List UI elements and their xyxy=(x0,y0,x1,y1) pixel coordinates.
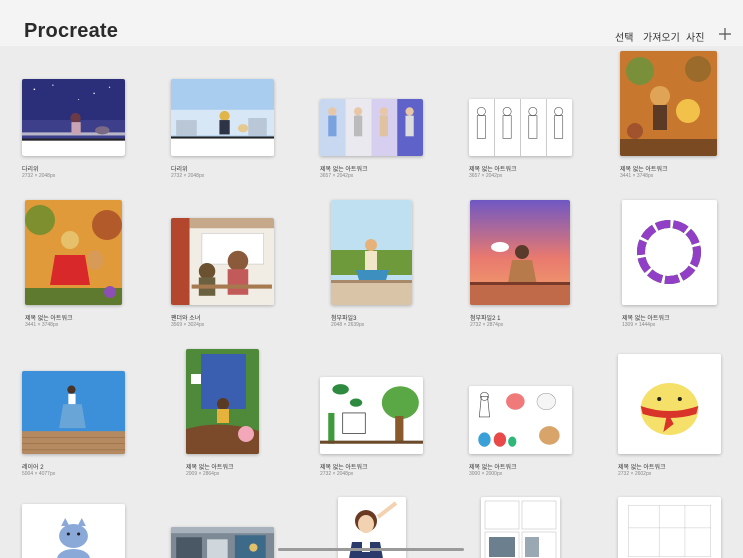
artwork-dimensions: 2048 × 2639px xyxy=(331,322,365,328)
artwork-thumbnail[interactable] xyxy=(22,79,125,156)
artwork-title: 제목 없는 아트워크 xyxy=(618,465,666,471)
artwork-title: 다리위 xyxy=(171,167,188,173)
artwork-thumbnail[interactable] xyxy=(22,371,125,454)
artwork-thumbnail[interactable] xyxy=(22,504,125,558)
artwork-dimensions: 3657 × 2042px xyxy=(469,173,503,179)
artwork-title: 첨부파일2 1 xyxy=(470,316,501,322)
artwork-thumbnail[interactable] xyxy=(470,200,570,305)
artwork-title: 제목 없는 아트워크 xyxy=(186,465,234,471)
artwork-thumbnail[interactable] xyxy=(481,497,560,558)
import-button[interactable]: 가져오기 xyxy=(643,29,680,44)
artwork-dimensions: 2009 × 2864px xyxy=(186,471,220,477)
artwork-title: 레이어 2 xyxy=(22,465,44,471)
artwork-dimensions: 1309 × 1444px xyxy=(622,322,656,328)
photo-button[interactable]: 사진 xyxy=(686,29,704,44)
home-indicator xyxy=(278,548,464,551)
artwork-thumbnail[interactable] xyxy=(171,527,274,558)
artwork-thumbnail[interactable] xyxy=(622,200,717,305)
artwork-thumbnail[interactable] xyxy=(620,51,717,156)
artwork-dimensions: 2732 × 2048px xyxy=(171,173,205,179)
artwork-thumbnail[interactable] xyxy=(320,99,423,156)
artwork-dimensions: 2732 × 2602px xyxy=(618,471,652,477)
plus-icon[interactable] xyxy=(719,26,731,43)
artwork-title: 제목 없는 아트워크 xyxy=(320,167,368,173)
artwork-dimensions: 3000 × 2000px xyxy=(469,471,503,477)
app-title: Procreate xyxy=(24,20,119,42)
artwork-dimensions: 2732 × 2048px xyxy=(22,173,56,179)
artwork-title: 제목 없는 아트워크 xyxy=(469,167,517,173)
artwork-thumbnail[interactable] xyxy=(618,354,721,454)
artwork-thumbnail[interactable] xyxy=(171,79,274,156)
artwork-dimensions: 2732 × 2874px xyxy=(470,322,504,328)
artwork-thumbnail[interactable] xyxy=(469,99,572,156)
artwork-title: 다리위 xyxy=(22,167,39,173)
artwork-dimensions: 3441 × 3748px xyxy=(620,173,654,179)
top-bar: Procreate 선택 가져오기 사진 xyxy=(0,0,743,46)
artwork-dimensions: 5004 × 4077px xyxy=(22,471,56,477)
artwork-thumbnail[interactable] xyxy=(186,349,259,454)
artwork-title: 제목 없는 아트워크 xyxy=(25,316,73,322)
artwork-dimensions: 3441 × 3748px xyxy=(25,322,59,328)
artwork-thumbnail[interactable] xyxy=(618,497,721,558)
artwork-thumbnail[interactable] xyxy=(320,377,423,454)
artwork-title: 제목 없는 아트워크 xyxy=(620,167,668,173)
artwork-gallery: 다리위 2732 × 2048px 다리위 2732 × 2048px 제목 없… xyxy=(0,46,743,558)
artwork-thumbnail[interactable] xyxy=(171,218,274,305)
artwork-title: 제목 없는 아트워크 xyxy=(622,316,670,322)
artwork-thumbnail[interactable] xyxy=(25,200,122,305)
artwork-title: 제목 없는 아트워크 xyxy=(469,465,517,471)
artwork-dimensions: 3569 × 3024px xyxy=(171,322,205,328)
artwork-title: 첨부파일3 xyxy=(331,316,357,322)
artwork-dimensions: 3657 × 2042px xyxy=(320,173,354,179)
artwork-dimensions: 2732 × 2048px xyxy=(320,471,354,477)
artwork-title: 팬더와 소녀 xyxy=(171,316,201,322)
artwork-thumbnail[interactable] xyxy=(469,386,572,454)
select-button[interactable]: 선택 xyxy=(615,29,633,44)
artwork-thumbnail[interactable] xyxy=(331,200,412,305)
artwork-title: 제목 없는 아트워크 xyxy=(320,465,368,471)
